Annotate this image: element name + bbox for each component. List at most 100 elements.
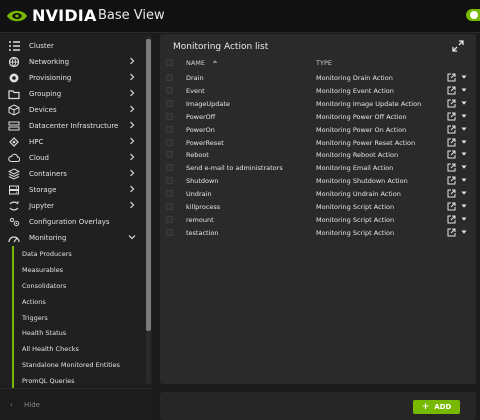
row-checkbox[interactable] (166, 138, 173, 146)
submenu-item-health-status[interactable]: Health Status (22, 329, 66, 337)
table-row[interactable]: PowerOn Monitoring Power On Action (160, 123, 476, 136)
provisioning-icon (8, 72, 20, 84)
submenu-item-actions[interactable]: Actions (22, 298, 46, 306)
submenu-item-consolidators[interactable]: Consolidators (22, 282, 66, 290)
caret-down-icon[interactable] (461, 100, 467, 106)
caret-down-icon[interactable] (461, 216, 467, 222)
hide-sidebar-button[interactable]: ‹ Hide (0, 388, 152, 420)
sidebar-item-storage[interactable]: Storage (0, 182, 146, 198)
sidebar-item-devices[interactable]: Devices (0, 102, 146, 118)
caret-down-icon[interactable] (461, 177, 467, 183)
table-row[interactable]: Undrain Monitoring Undrain Action (160, 187, 476, 200)
caret-down-icon[interactable] (461, 126, 467, 132)
open-edit-icon[interactable] (447, 163, 456, 172)
table-row[interactable]: Event Monitoring Event Action (160, 84, 476, 97)
row-checkbox[interactable] (166, 203, 173, 210)
cell-type: Monitoring Reboot Action (316, 151, 399, 160)
caret-down-icon[interactable] (461, 74, 467, 80)
open-edit-icon[interactable] (447, 189, 456, 198)
submenu-item-triggers[interactable]: Triggers (22, 314, 48, 322)
row-checkbox[interactable] (166, 86, 173, 94)
cell-type: Monitoring Event Action (316, 86, 394, 95)
sidebar-item-hpc[interactable]: HPC (0, 134, 146, 150)
caret-down-icon[interactable] (461, 113, 467, 119)
row-checkbox[interactable] (166, 164, 173, 172)
table-row[interactable]: testaction Monitoring Script Action (160, 226, 476, 239)
open-edit-icon[interactable] (447, 86, 456, 95)
row-checkbox[interactable] (166, 112, 173, 120)
open-edit-icon[interactable] (447, 73, 456, 82)
row-checkbox[interactable] (166, 125, 173, 133)
overlays-icon (8, 216, 20, 228)
table-row[interactable]: Send e-mail to administrators Monitoring … (160, 161, 476, 174)
row-checkbox[interactable] (166, 190, 173, 198)
open-edit-icon[interactable] (447, 202, 456, 211)
open-edit-icon[interactable] (447, 112, 456, 121)
sidebar-item-grouping[interactable]: Grouping (0, 86, 146, 102)
column-header-name[interactable]: NAME (186, 59, 205, 67)
open-edit-icon[interactable] (447, 138, 456, 147)
caret-down-icon[interactable] (461, 190, 467, 196)
open-edit-icon[interactable] (447, 228, 456, 237)
cell-name: PowerReset (186, 138, 224, 147)
table-row[interactable]: PowerOff Monitoring Power Off Action (160, 110, 476, 123)
open-edit-icon[interactable] (447, 215, 456, 224)
sidebar-item-label: Monitoring (29, 234, 67, 242)
caret-down-icon[interactable] (461, 151, 467, 157)
table-row[interactable]: killprocess Monitoring Script Action (160, 200, 476, 213)
caret-down-icon[interactable] (461, 229, 467, 235)
row-checkbox[interactable] (166, 74, 173, 81)
caret-down-icon[interactable] (461, 87, 467, 93)
sidebar-item-label: Cluster (29, 42, 54, 50)
cell-type: Monitoring Power Off Action (316, 112, 407, 121)
row-checkbox[interactable] (166, 228, 173, 236)
sort-icon[interactable] (212, 60, 218, 66)
sidebar-scrollbar-thumb[interactable] (146, 39, 151, 331)
table-row[interactable]: Drain Monitoring Drain Action (160, 71, 476, 84)
row-checkbox[interactable] (166, 151, 173, 159)
footer-bar: + ADD (160, 392, 476, 420)
expand-icon[interactable] (452, 40, 464, 52)
sidebar-item-configuration-overlays[interactable]: Configuration Overlays (0, 214, 146, 230)
cell-name: Send e-mail to administrators (186, 164, 283, 173)
table-row[interactable]: remount Monitoring Script Action (160, 213, 476, 226)
cell-name: Shutdown (186, 177, 219, 186)
sidebar-item-provisioning[interactable]: Provisioning (0, 70, 146, 86)
cell-type: Monitoring Power On Action (316, 125, 407, 134)
sidebar-item-monitoring[interactable]: Monitoring (0, 230, 146, 246)
cell-name: Event (186, 86, 205, 95)
submenu-item-measurables[interactable]: Measurables (22, 266, 63, 274)
table-row[interactable]: PowerReset Monitoring Power Reset Action (160, 136, 476, 149)
open-edit-icon[interactable] (447, 176, 456, 185)
sidebar-item-cloud[interactable]: Cloud (0, 150, 146, 166)
submenu-item-all-health-checks[interactable]: All Health Checks (22, 345, 79, 353)
table-row[interactable]: Shutdown Monitoring Shutdown Action (160, 174, 476, 187)
row-checkbox[interactable] (166, 177, 173, 185)
theme-toggle[interactable] (466, 9, 480, 21)
caret-down-icon[interactable] (461, 164, 467, 170)
table-row[interactable]: ImageUpdate Monitoring Image Update Actio… (160, 97, 476, 110)
caret-down-icon[interactable] (461, 203, 467, 209)
table-row[interactable]: Reboot Monitoring Reboot Action (160, 148, 476, 161)
column-header-type[interactable]: TYPE (316, 59, 332, 67)
caret-down-icon[interactable] (461, 139, 467, 145)
cell-type: Monitoring Email Action (316, 164, 394, 173)
sidebar-item-datacenter-infrastructure[interactable]: Datacenter Infrastructure (0, 118, 146, 134)
sidebar-item-containers[interactable]: Containers (0, 166, 146, 182)
sidebar-item-jupyter[interactable]: Jupyter (0, 198, 146, 214)
submenu-item-standalone-monitored-entities[interactable]: Standalone Monitored Entities (22, 361, 120, 369)
plus-icon: + (421, 401, 430, 412)
open-edit-icon[interactable] (447, 150, 456, 159)
sidebar-item-cluster[interactable]: Cluster (0, 38, 146, 54)
row-checkbox[interactable] (166, 99, 173, 107)
row-checkbox[interactable] (166, 215, 173, 223)
submenu-item-data-producers[interactable]: Data Producers (22, 250, 72, 258)
submenu-rail (12, 246, 14, 388)
submenu-item-promql-queries[interactable]: PromQL Queries (22, 377, 75, 385)
open-edit-icon[interactable] (447, 125, 456, 134)
select-all-checkbox[interactable] (166, 59, 173, 66)
sidebar-item-networking[interactable]: Networking (0, 54, 146, 70)
open-edit-icon[interactable] (447, 99, 456, 108)
add-button[interactable]: + ADD (413, 400, 460, 414)
chevron-right-icon (130, 73, 135, 81)
